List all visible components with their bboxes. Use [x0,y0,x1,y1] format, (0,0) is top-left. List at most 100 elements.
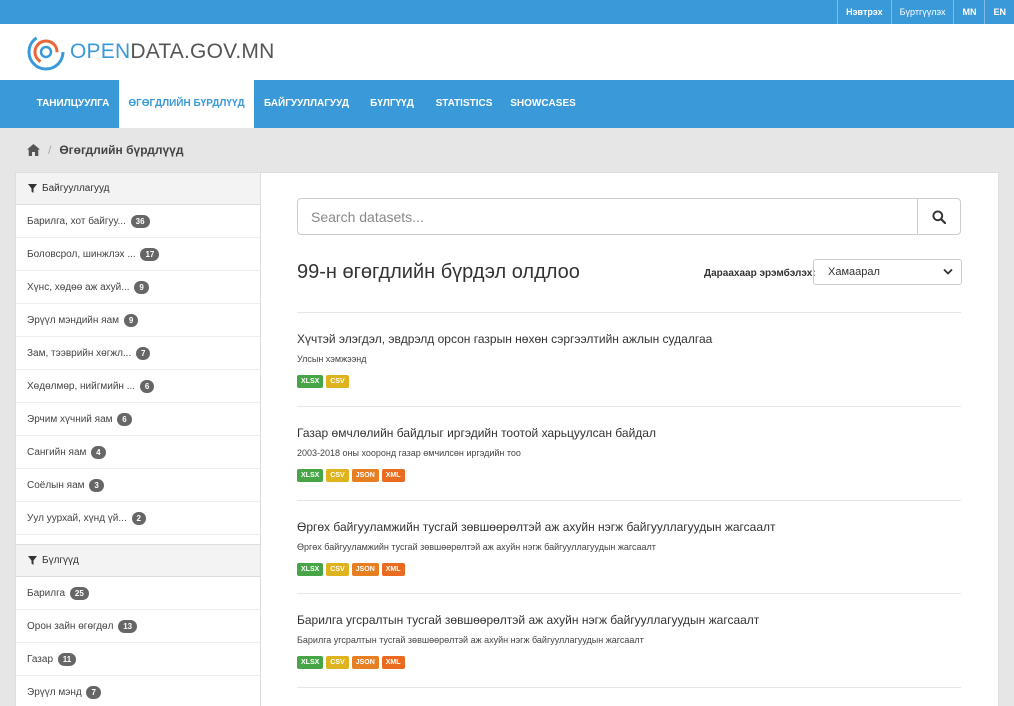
format-badge-xml[interactable]: XML [381,656,405,669]
count-badge: 4 [91,445,106,459]
dataset-item: Газар өмчлөлийн байдлыг иргэдийн тоотой … [297,425,961,482]
divider [297,406,961,407]
nav-organizations[interactable]: Байгууллагууд [258,80,355,128]
search-box [297,198,961,235]
count-badge: 9 [123,313,139,327]
nav-groups[interactable]: Бүлгүүд [362,80,422,128]
facet-spacer [16,535,260,545]
nav-showcases[interactable]: Showcases [506,80,580,128]
dataset-item: Хүчтэй элэгдэл, эвдрэлд орсон газрын нөх… [297,331,961,388]
site-logo[interactable]: OPENDATA.GOV.MN [26,32,275,72]
dataset-item: Өргөх байгууламжийн тусгай зөвшөөрөлтэй … [297,519,961,576]
sort-selected-value: Хамаарал [828,266,880,278]
facet-item[interactable]: Эрүүл мэнд 7 [16,676,260,706]
count-badge: 7 [136,346,151,360]
lang-en-link[interactable]: EN [984,0,1014,24]
main-content: 99-н өгөгдлийн бүрдэл олдлоо Дараахаар э… [261,172,999,706]
format-list: XLSX CSV [297,375,961,388]
format-list: XLSX CSV JSON XML [297,469,961,482]
facet-item[interactable]: Хүнс, хөдөө аж ахуй... 9 [16,271,260,304]
search-input[interactable] [298,199,918,234]
divider [297,687,961,688]
site-header: OPENDATA.GOV.MN [0,24,1014,80]
format-badge-xlsx[interactable]: XLSX [297,469,324,482]
count-badge: 6 [117,412,132,426]
format-badge-json[interactable]: JSON [351,563,379,576]
dataset-title[interactable]: Газар өмчлөлийн байдлыг иргэдийн тоотой … [297,425,961,441]
count-badge: 6 [139,379,155,393]
sort-select[interactable]: Хамаарал [813,259,962,285]
dataset-description: Барилга угсралтын тусгай зөвшөөрөлтэй аж… [297,635,644,645]
format-badge-csv[interactable]: CSV [326,375,349,388]
count-badge: 17 [140,247,160,261]
funnel-icon [28,184,37,193]
divider [297,312,961,313]
login-link[interactable]: Нэвтрэх [837,0,891,24]
logo-text: OPENDATA.GOV.MN [70,40,275,63]
facet-item[interactable]: Барилга, хот байгуу... 36 [16,205,260,238]
lang-mn-link[interactable]: MN [953,0,984,24]
format-badge-xlsx[interactable]: XLSX [297,656,324,669]
facet-heading-groups: Бүлгүүд [16,545,260,577]
register-link[interactable]: Бүртгүүлэх [890,0,954,24]
facet-list-organizations: Барилга, хот байгуу... 36 Боловсрол, шин… [16,205,260,535]
facet-item[interactable]: Барилга 25 [16,577,260,610]
count-badge: 9 [134,280,149,294]
facet-item[interactable]: Орон зайн өгөгдөл 13 [16,610,260,643]
sort-label: Дараахаар эрэмбэлэх: [704,268,816,279]
search-icon [932,209,946,224]
chevron-down-icon [943,268,953,275]
format-badge-csv[interactable]: CSV [326,563,349,576]
dataset-description: 2003-2018 оны хооронд газар өмчилсөн ирг… [297,448,521,458]
format-badge-json[interactable]: JSON [351,656,379,669]
home-icon[interactable] [27,144,40,156]
format-list: XLSX CSV JSON XML [297,563,961,576]
facet-item[interactable]: Эрчим хүчний яам 6 [16,403,260,436]
count-badge: 2 [131,511,146,525]
facet-list-groups: Барилга 25 Орон зайн өгөгдөл 13 Газар 11… [16,577,260,706]
count-badge: 7 [86,685,101,699]
breadcrumb: / Өгөгдлийн бүрдлүүд [27,142,183,158]
facet-item[interactable]: Эрүүл мэндийн яам 9 [16,304,260,337]
breadcrumb-separator: / [48,143,52,157]
main-nav: Танилцуулга Өгөгдлийн бүрдлүүд Байгуулла… [0,80,1014,128]
top-bar: Нэвтрэх Бүртгүүлэх MN EN [0,0,1014,24]
facet-sidebar: Байгууллагууд Барилга, хот байгуу... 36 … [15,172,261,706]
facet-item[interactable]: Соёлын яам 3 [16,469,260,502]
count-badge: 25 [69,586,89,600]
count-badge: 13 [118,619,138,633]
funnel-icon [28,556,37,565]
dataset-title[interactable]: Хүчтэй элэгдэл, эвдрэлд орсон газрын нөх… [297,331,961,347]
facet-heading-organizations: Байгууллагууд [16,173,260,205]
format-badge-csv[interactable]: CSV [326,469,349,482]
nav-about[interactable]: Танилцуулга [28,80,118,128]
dataset-title[interactable]: Өргөх байгууламжийн тусгай зөвшөөрөлтэй … [297,519,961,535]
facet-item[interactable]: Хөдөлмөр, нийгмийн ... 6 [16,370,260,403]
format-badge-xml[interactable]: XML [381,469,405,482]
top-links: Нэвтрэх Бүртгүүлэх MN EN [837,0,1014,24]
format-list: XLSX CSV JSON XML [297,656,961,669]
format-badge-xlsx[interactable]: XLSX [297,563,324,576]
results-count: 99-н өгөгдлийн бүрдэл олдлоо [297,261,580,283]
dataset-description: Улсын хэмжээнд [297,354,367,364]
nav-statistics[interactable]: Statistics [431,80,497,128]
format-badge-xml[interactable]: XML [381,563,405,576]
dataset-description: Өргөх байгууламжийн тусгай зөвшөөрөлтэй … [297,542,656,552]
count-badge: 36 [130,214,150,228]
facet-item[interactable]: Зам, тээврийн хөгжл... 7 [16,337,260,370]
facet-item[interactable]: Сангийн яам 4 [16,436,260,469]
search-button[interactable] [917,199,960,234]
logo-icon [27,33,65,71]
format-badge-csv[interactable]: CSV [326,656,349,669]
facet-item[interactable]: Уул уурхай, хүнд үй... 2 [16,502,260,535]
nav-datasets[interactable]: Өгөгдлийн бүрдлүүд [119,80,254,128]
divider [297,500,961,501]
facet-item[interactable]: Газар 11 [16,643,260,676]
format-badge-xlsx[interactable]: XLSX [297,375,324,388]
format-badge-json[interactable]: JSON [351,469,379,482]
facet-item[interactable]: Боловсрол, шинжлэх ... 17 [16,238,260,271]
count-badge: 3 [89,478,104,492]
dataset-item: Барилга угсралтын тусгай зөвшөөрөлтэй аж… [297,612,961,669]
dataset-title[interactable]: Барилга угсралтын тусгай зөвшөөрөлтэй аж… [297,612,961,628]
divider [297,593,961,594]
